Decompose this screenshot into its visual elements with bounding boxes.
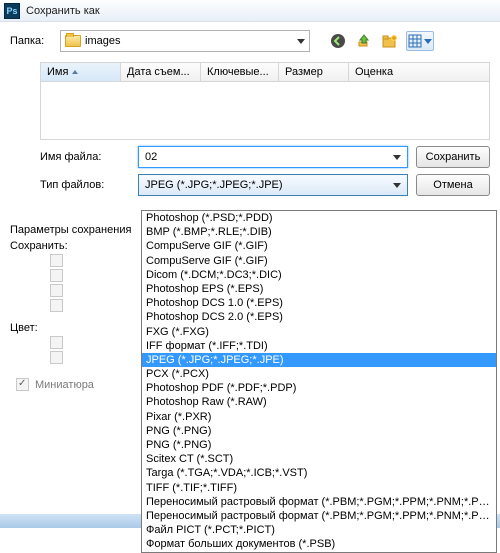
view-icon <box>408 34 422 48</box>
app-icon: Ps <box>4 3 20 19</box>
filetype-option[interactable]: CompuServe GIF (*.GIF) <box>142 239 496 253</box>
sort-asc-icon <box>72 70 78 74</box>
folder-value: images <box>85 35 120 47</box>
filetype-dropdown[interactable]: Photoshop (*.PSD;*.PDD)BMP (*.BMP;*.RLE;… <box>141 210 497 553</box>
filetype-value: JPEG (*.JPG;*.JPEG;*.JPE) <box>145 179 283 191</box>
new-folder-icon <box>382 33 398 49</box>
filetype-option[interactable]: Pixar (*.PXR) <box>142 410 496 424</box>
filetype-option[interactable]: PCX (*.PCX) <box>142 367 496 381</box>
filetype-option[interactable]: TIFF (*.TIF;*.TIFF) <box>142 481 496 495</box>
thumbnail-checkbox <box>16 378 29 391</box>
filetype-option[interactable]: JPEG (*.JPG;*.JPEG;*.JPE) <box>142 353 496 367</box>
filetype-option[interactable]: Формат больших документов (*.PSB) <box>142 537 496 551</box>
filetype-option[interactable]: Photoshop EPS (*.EPS) <box>142 282 496 296</box>
chevron-down-icon <box>393 183 401 188</box>
filename-row: Имя файла: 02 Сохранить <box>0 140 500 174</box>
checkbox <box>50 351 63 364</box>
save-button[interactable]: Сохранить <box>416 146 490 168</box>
column-size[interactable]: Размер <box>279 63 349 81</box>
filetype-row: Тип файлов: JPEG (*.JPG;*.JPEG;*.JPE) От… <box>0 174 500 202</box>
filetype-option[interactable]: PNG (*.PNG) <box>142 424 496 438</box>
filetype-option[interactable]: Scitex CT (*.SCT) <box>142 452 496 466</box>
filetype-option[interactable]: CompuServe GIF (*.GIF) <box>142 254 496 268</box>
save-params: Параметры сохранения Сохранить: Цвет: Ми… <box>0 224 141 393</box>
filetype-option[interactable]: Photoshop DCS 2.0 (*.EPS) <box>142 310 496 324</box>
column-date[interactable]: Дата съем... <box>121 63 201 81</box>
thumbnail-label: Миниатюра <box>35 379 94 391</box>
filetype-option[interactable]: PNG (*.PNG) <box>142 438 496 452</box>
folder-combo[interactable]: images <box>60 30 310 52</box>
chevron-down-icon <box>297 39 305 44</box>
filetype-option[interactable]: Photoshop (*.PSD;*.PDD) <box>142 211 496 225</box>
filename-value: 02 <box>145 151 157 163</box>
titlebar: Ps Сохранить как <box>0 0 500 22</box>
checkbox <box>50 254 63 267</box>
params-title: Параметры сохранения <box>10 224 131 236</box>
filetype-option[interactable]: Dicom (*.DCM;*.DC3;*.DIC) <box>142 268 496 282</box>
params-save-label: Сохранить: <box>10 240 131 252</box>
file-list-body[interactable] <box>40 82 490 140</box>
up-icon <box>356 33 372 49</box>
filetype-option[interactable]: BMP (*.BMP;*.RLE;*.DIB) <box>142 225 496 239</box>
checkbox <box>50 299 63 312</box>
new-folder-button[interactable] <box>380 31 400 51</box>
filetype-option[interactable]: Переносимый растровый формат (*.PBM;*.PG… <box>142 509 496 523</box>
filetype-option[interactable]: Photoshop Raw (*.RAW) <box>142 395 496 409</box>
window-title: Сохранить как <box>26 5 100 17</box>
back-icon <box>330 33 346 49</box>
chevron-down-icon <box>424 39 432 44</box>
folder-icon <box>65 35 81 47</box>
chevron-down-icon <box>393 155 401 160</box>
filetype-option[interactable]: Переносимый растровый формат (*.PBM;*.PG… <box>142 495 496 509</box>
filetype-label: Тип файлов: <box>10 179 130 191</box>
cancel-button[interactable]: Отмена <box>416 174 490 196</box>
params-color-label: Цвет: <box>10 322 131 334</box>
filename-input[interactable]: 02 <box>138 146 408 168</box>
folder-toolbar <box>328 31 434 51</box>
filetype-option[interactable]: Photoshop DCS 1.0 (*.EPS) <box>142 296 496 310</box>
checkbox <box>50 336 63 349</box>
column-keywords[interactable]: Ключевые... <box>201 63 279 81</box>
folder-row: Папка: images <box>0 22 500 58</box>
filename-label: Имя файла: <box>10 151 130 163</box>
filetype-option[interactable]: Файл PICT (*.PCT;*.PICT) <box>142 523 496 537</box>
filetype-combo[interactable]: JPEG (*.JPG;*.JPEG;*.JPE) <box>138 174 408 196</box>
column-name[interactable]: Имя <box>41 63 121 81</box>
filetype-option[interactable]: Photoshop PDF (*.PDF;*.PDP) <box>142 381 496 395</box>
filetype-option[interactable]: Targa (*.TGA;*.VDA;*.ICB;*.VST) <box>142 466 496 480</box>
back-button[interactable] <box>328 31 348 51</box>
filetype-option[interactable]: IFF формат (*.IFF;*.TDI) <box>142 339 496 353</box>
folder-label: Папка: <box>10 35 52 47</box>
column-rating[interactable]: Оценка <box>349 63 489 81</box>
file-list-header: Имя Дата съем... Ключевые... Размер Оцен… <box>40 62 490 82</box>
filetype-option[interactable]: FXG (*.FXG) <box>142 325 496 339</box>
checkbox <box>50 284 63 297</box>
up-button[interactable] <box>354 31 374 51</box>
view-menu-button[interactable] <box>406 31 434 51</box>
checkbox <box>50 269 63 282</box>
